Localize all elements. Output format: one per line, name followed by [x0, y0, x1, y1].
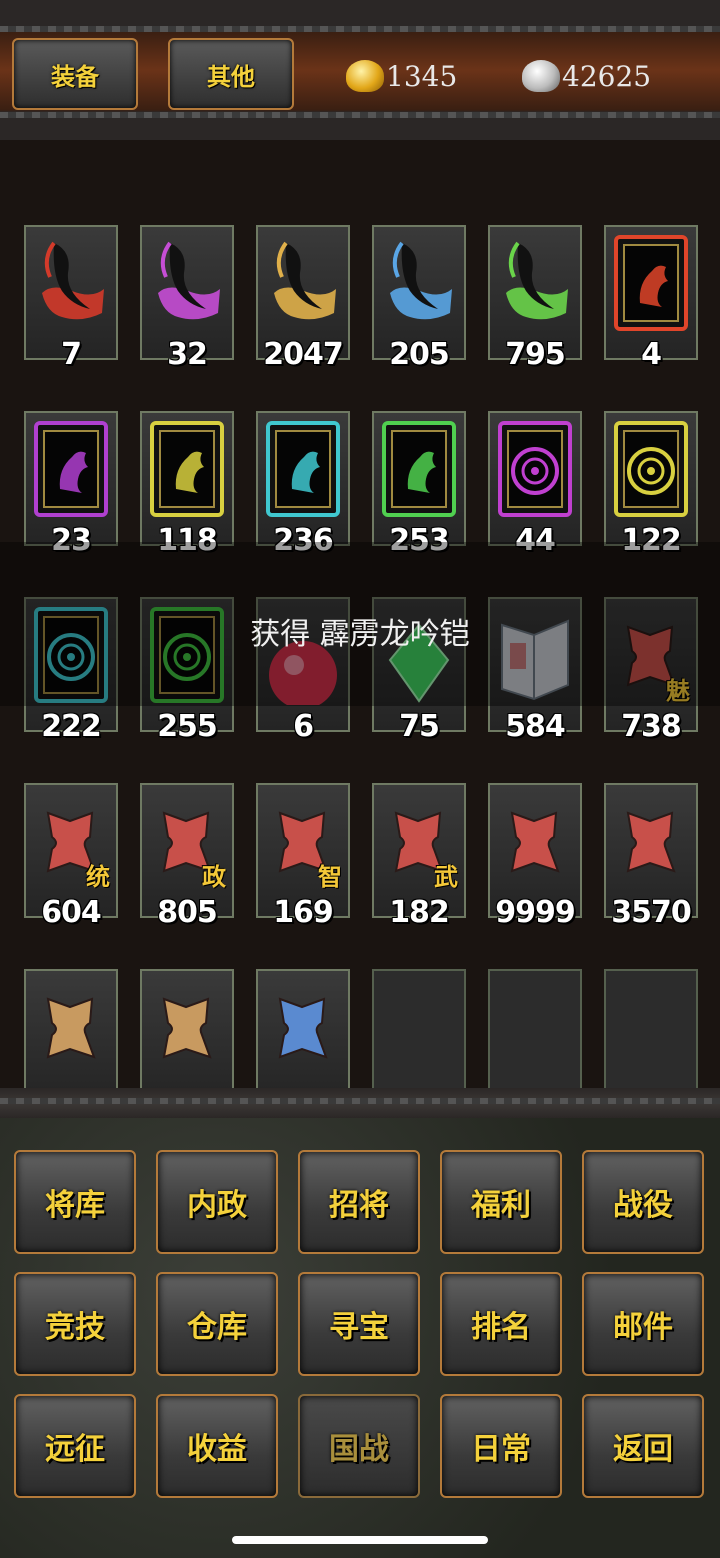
gold-currency: 1345 [346, 56, 457, 96]
inventory-item[interactable]: 9999 [488, 783, 582, 930]
seal-card-yellow-icon [612, 419, 690, 519]
item-count: 805 [157, 895, 218, 930]
bottom-menu: 将库 内政 招将 福利 战役竞技 仓库 寻宝 排名 邮件远征 收益 国战 日常 返回 [0, 1118, 720, 1558]
inventory-item[interactable]: 32 [140, 225, 234, 372]
puzzle-red-icon [612, 791, 690, 891]
empty-slot[interactable] [372, 969, 466, 1088]
item-attribute-tag: 智 [318, 863, 342, 891]
item-count: 4 [641, 337, 662, 372]
silver-amount: 42625 [562, 59, 652, 93]
inventory-item[interactable]: 2047 [256, 225, 350, 372]
menu-button[interactable]: 远征 [14, 1394, 136, 1498]
silver-ingot-icon [522, 60, 560, 92]
puzzle-tan-icon [32, 977, 110, 1077]
menu-button[interactable]: 内政 [156, 1150, 278, 1254]
item-count: 9999 [495, 895, 576, 930]
inventory-item[interactable]: 236 [256, 411, 350, 558]
scroll-blade-blue-icon [380, 233, 458, 333]
item-count: 2047 [263, 337, 344, 372]
menu-button[interactable]: 日常 [440, 1394, 562, 1498]
menu-button[interactable]: 国战 [298, 1394, 420, 1498]
menu-button[interactable]: 收益 [156, 1394, 278, 1498]
menu-button[interactable]: 战役 [582, 1150, 704, 1254]
item-count: 738 [621, 709, 682, 744]
inventory-item[interactable]: 7 [24, 225, 118, 372]
home-indicator[interactable] [232, 1536, 488, 1544]
inventory-item[interactable]: 795 [488, 225, 582, 372]
menu-button[interactable]: 仓库 [156, 1272, 278, 1376]
menu-divider [0, 1088, 720, 1118]
horse-card-yellow-icon [148, 419, 226, 519]
item-count: 32 [167, 337, 208, 372]
inventory-item[interactable]: 武 182 [372, 783, 466, 930]
inventory-item[interactable]: 智 169 [256, 783, 350, 930]
horse-card-red-icon [612, 233, 690, 333]
item-count: 795 [505, 337, 566, 372]
menu-button[interactable]: 将库 [14, 1150, 136, 1254]
menu-button[interactable]: 招将 [298, 1150, 420, 1254]
empty-slot[interactable] [604, 969, 698, 1088]
tab-equipment[interactable]: 装备 [12, 38, 138, 110]
item-attribute-tag: 统 [86, 863, 110, 891]
inventory-item[interactable] [140, 969, 234, 1088]
item-count: 604 [41, 895, 102, 930]
inventory-item[interactable]: 253 [372, 411, 466, 558]
puzzle-blue-icon [264, 977, 342, 1077]
scroll-blade-purple-icon [148, 233, 226, 333]
tab-other[interactable]: 其他 [168, 38, 294, 110]
gold-amount: 1345 [386, 59, 458, 93]
seal-card-purple-icon [496, 419, 574, 519]
menu-button[interactable]: 排名 [440, 1272, 562, 1376]
menu-button[interactable]: 竞技 [14, 1272, 136, 1376]
item-count: 7 [61, 337, 82, 372]
inventory-item[interactable]: 政 805 [140, 783, 234, 930]
inventory-item[interactable]: 118 [140, 411, 234, 558]
inventory-item[interactable]: 4 [604, 225, 698, 372]
menu-button[interactable]: 返回 [582, 1394, 704, 1498]
item-count: 6 [293, 709, 314, 744]
item-attribute-tag: 武 [434, 863, 458, 891]
item-count: 584 [505, 709, 566, 744]
inventory-item[interactable]: 205 [372, 225, 466, 372]
scroll-blade-red-icon [32, 233, 110, 333]
inventory-item[interactable]: 44 [488, 411, 582, 558]
item-count: 255 [157, 709, 218, 744]
puzzle-tan-icon [148, 977, 226, 1077]
inventory-item[interactable]: 统 604 [24, 783, 118, 930]
empty-slot[interactable] [488, 969, 582, 1088]
item-count: 3570 [611, 895, 692, 930]
horse-card-cyan-icon [264, 419, 342, 519]
inventory-item[interactable] [24, 969, 118, 1088]
horse-card-purple-icon [32, 419, 110, 519]
inventory-item[interactable]: 122 [604, 411, 698, 558]
item-attribute-tag: 政 [202, 863, 226, 891]
item-count: 222 [41, 709, 102, 744]
silver-currency: 42625 [522, 56, 651, 96]
menu-button[interactable]: 寻宝 [298, 1272, 420, 1376]
item-count: 75 [399, 709, 440, 744]
horse-card-green-icon [380, 419, 458, 519]
toast-message: 获得 霹雳龙吟铠 [250, 617, 470, 652]
item-count: 169 [273, 895, 334, 930]
top-bar: 装备 其他 1345 42625 [0, 0, 720, 140]
inventory-item[interactable] [256, 969, 350, 1088]
item-count: 182 [389, 895, 450, 930]
menu-button[interactable]: 福利 [440, 1150, 562, 1254]
inventory-item[interactable]: 3570 [604, 783, 698, 930]
menu-button[interactable]: 邮件 [582, 1272, 704, 1376]
scroll-blade-gold-icon [264, 233, 342, 333]
scroll-blade-green-icon [496, 233, 574, 333]
inventory-item[interactable]: 23 [24, 411, 118, 558]
puzzle-red-icon [496, 791, 574, 891]
gold-ingot-icon [346, 60, 384, 92]
item-count: 205 [389, 337, 450, 372]
